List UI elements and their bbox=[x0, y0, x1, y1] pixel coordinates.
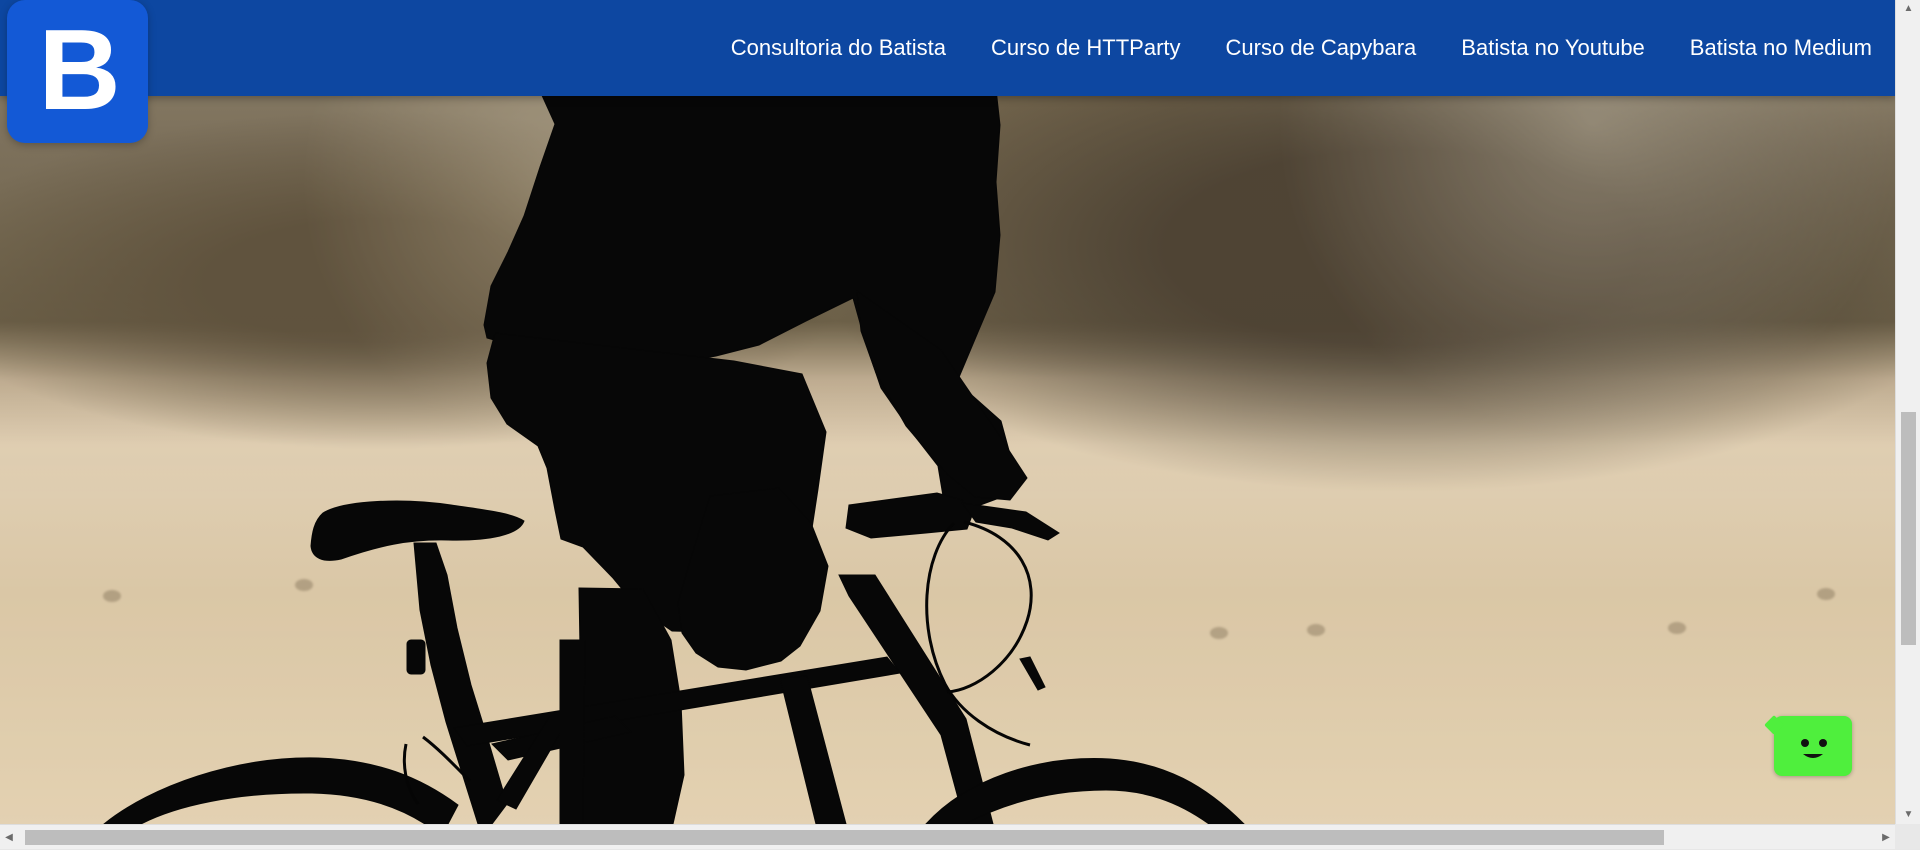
main-navigation: Consultoria do Batista Curso de HTTParty… bbox=[731, 0, 1872, 96]
nav-consultoria-do-batista[interactable]: Consultoria do Batista bbox=[731, 37, 946, 59]
chat-face-graphic bbox=[1774, 716, 1852, 776]
chat-smile-icon[interactable] bbox=[1774, 716, 1852, 776]
cyclist-silhouette bbox=[0, 0, 1895, 824]
vertical-scroll-thumb[interactable] bbox=[1901, 412, 1916, 645]
site-header: B Consultoria do Batista Curso de HTTPar… bbox=[0, 0, 1895, 96]
hero-image bbox=[0, 0, 1895, 824]
nav-batista-no-youtube[interactable]: Batista no Youtube bbox=[1461, 37, 1645, 59]
scrollbar-corner bbox=[1895, 824, 1920, 849]
chevron-down-icon[interactable]: ▼ bbox=[1896, 806, 1920, 824]
logo-b-icon[interactable]: B bbox=[7, 0, 148, 143]
page-viewport: B Consultoria do Batista Curso de HTTPar… bbox=[0, 0, 1895, 824]
horizontal-scrollbar[interactable]: ◀ ▶ bbox=[0, 824, 1895, 849]
chevron-right-icon[interactable]: ▶ bbox=[1877, 825, 1895, 850]
chevron-up-icon[interactable]: ▲ bbox=[1896, 0, 1920, 18]
vertical-scrollbar[interactable]: ▲ ▼ bbox=[1895, 0, 1920, 824]
logo-letter: B bbox=[38, 14, 116, 128]
nav-curso-de-capybara[interactable]: Curso de Capybara bbox=[1226, 37, 1417, 59]
nav-batista-no-medium[interactable]: Batista no Medium bbox=[1690, 37, 1872, 59]
chevron-left-icon[interactable]: ◀ bbox=[0, 825, 18, 850]
horizontal-scroll-thumb[interactable] bbox=[25, 830, 1664, 845]
nav-curso-de-httparty[interactable]: Curso de HTTParty bbox=[991, 37, 1181, 59]
